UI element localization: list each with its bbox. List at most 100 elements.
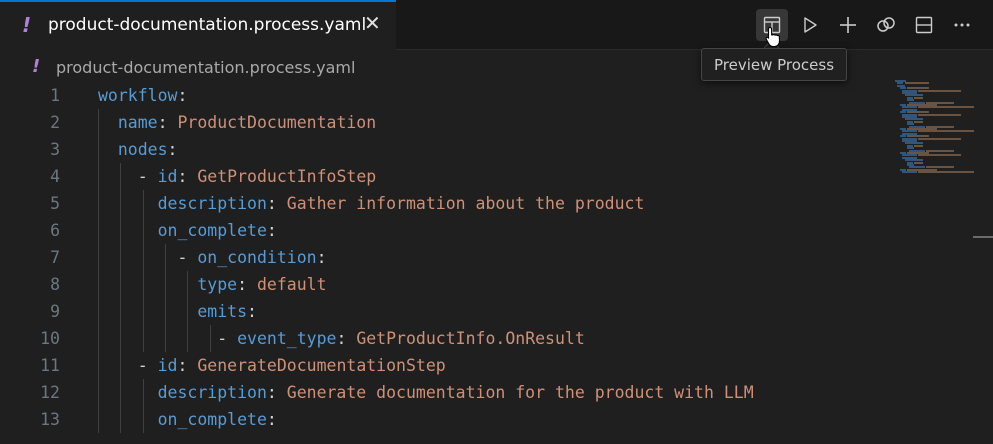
colon: :	[247, 302, 257, 321]
yaml-value: Generate documentation for the product w…	[286, 383, 754, 402]
minimap-line	[917, 137, 961, 140]
code-line[interactable]: 13 on_complete:	[0, 406, 900, 433]
minimap-line	[914, 120, 923, 123]
indent-guide	[142, 298, 144, 325]
yaml-value: default	[256, 275, 327, 294]
indent-guide	[120, 217, 122, 244]
code-line[interactable]: 9 emits:	[0, 298, 900, 325]
indent-guide	[142, 325, 144, 352]
colon: :	[167, 140, 178, 159]
yaml-value: GetProductInfo.OnResult	[356, 329, 585, 348]
add-button[interactable]	[832, 9, 864, 41]
hand-cursor-icon	[765, 26, 781, 48]
yaml-value: GenerateDocumentationStep	[197, 356, 446, 375]
colon: :	[266, 194, 287, 213]
code-text: - id: GetProductInfoStep	[98, 163, 376, 190]
indent-guide	[98, 325, 99, 352]
indent-guide	[187, 325, 189, 352]
code-editor[interactable]: 1 workflow: 2 name: ProductDocumentation 3 …	[0, 82, 993, 444]
code-line[interactable]: 5 description: Gather information about …	[0, 190, 900, 217]
minimap-line	[917, 89, 961, 92]
close-icon[interactable]: ✕	[364, 13, 381, 33]
code-line[interactable]: 2 name: ProductDocumentation	[0, 109, 900, 136]
indent-guide	[142, 244, 144, 271]
minimap[interactable]	[895, 80, 975, 174]
yaml-key: event_type	[237, 329, 337, 348]
code-text: on_complete:	[98, 406, 277, 433]
indent-guide	[120, 298, 122, 325]
yaml-value: ProductDocumentation	[177, 113, 377, 132]
more-actions-button[interactable]	[946, 9, 978, 41]
code-line[interactable]: 1 workflow:	[0, 82, 900, 109]
code-line[interactable]: 7 - on_condition:	[0, 244, 900, 271]
indent-guide	[98, 406, 99, 433]
indent-guide	[164, 325, 166, 352]
code-line[interactable]: 11 - id: GenerateDocumentationStep	[0, 352, 900, 379]
line-number: 5	[50, 194, 60, 213]
yaml-key: description	[157, 383, 267, 402]
code-text: type: default	[98, 271, 327, 298]
code-text: - on_condition:	[98, 244, 326, 271]
list-dash: -	[217, 329, 238, 348]
minimap-line	[917, 106, 975, 109]
indent-guide	[98, 244, 99, 271]
line-number: 10	[40, 329, 60, 348]
link-icon	[877, 17, 895, 32]
tab-title: product-documentation.process.yaml	[48, 15, 367, 35]
colon: :	[266, 410, 277, 429]
code-line[interactable]: 8 type: default	[0, 271, 900, 298]
indent-guide	[120, 325, 122, 352]
minimap-line	[914, 96, 923, 99]
indent-guide	[120, 244, 122, 271]
line-number: 1	[50, 86, 60, 105]
yaml-key: id	[157, 167, 178, 186]
code-text: description: Generate documentation for …	[98, 379, 754, 406]
yaml-key: id	[157, 356, 178, 375]
run-button[interactable]	[794, 9, 826, 41]
indent-guide	[120, 190, 122, 217]
yaml-file-icon: !	[32, 56, 41, 77]
yaml-key: name	[117, 113, 158, 132]
code-text: - event_type: GetProductInfo.OnResult	[98, 325, 585, 352]
colon: :	[266, 383, 287, 402]
minimap-line	[917, 154, 961, 157]
code-text: description: Gather information about th…	[98, 190, 645, 217]
code-line[interactable]: 3 nodes:	[0, 136, 900, 163]
split-editor-button[interactable]	[908, 9, 940, 41]
code-line[interactable]: 10 - event_type: GetProductInfo.OnResult	[0, 325, 900, 352]
minimap-line	[917, 113, 961, 116]
indent-guide	[98, 136, 99, 163]
yaml-key: on_condition	[197, 248, 317, 267]
indent-guide	[98, 217, 99, 244]
line-number: 13	[40, 410, 60, 429]
yaml-value: GetProductInfoStep	[197, 167, 377, 186]
line-number: 9	[50, 302, 60, 321]
editor-tab-active[interactable]: ! product-documentation.process.yaml ✕	[0, 0, 396, 50]
indent-guide	[142, 190, 144, 217]
code-line[interactable]: 12 description: Generate documentation f…	[0, 379, 900, 406]
minimap-line	[904, 82, 929, 85]
scrollbar-marker[interactable]	[973, 236, 993, 238]
breadcrumb[interactable]: ! product-documentation.process.yaml	[0, 54, 700, 82]
line-number: 6	[50, 221, 60, 240]
indent-guide	[164, 271, 166, 298]
indent-guide	[164, 298, 166, 325]
indent-guide	[142, 379, 144, 406]
indent-guide	[209, 325, 211, 352]
indent-guide	[187, 271, 189, 298]
code-text: nodes:	[98, 136, 178, 163]
minimap-line	[914, 144, 923, 147]
code-line[interactable]: 6 on_complete:	[0, 217, 900, 244]
code-line[interactable]: 4 - id: GetProductInfoStep	[0, 163, 900, 190]
code-text: workflow:	[98, 82, 187, 109]
link-button[interactable]	[870, 9, 902, 41]
breadcrumb-file[interactable]: product-documentation.process.yaml	[56, 58, 355, 77]
yaml-key: workflow	[98, 86, 178, 105]
